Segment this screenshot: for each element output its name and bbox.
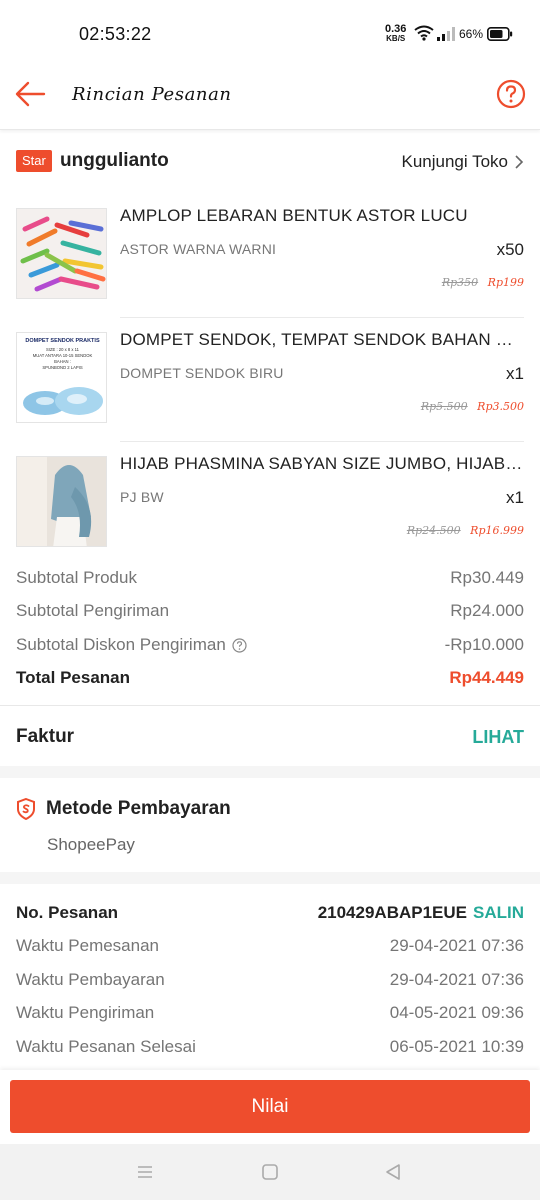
thumb-caption-line: SIZE : 20 x 8 x 11	[46, 347, 80, 352]
total-label: Total Pesanan	[16, 668, 130, 687]
product-quantity: x50	[496, 240, 524, 259]
status-time: 02:53:22	[79, 24, 152, 44]
subtotal-shipping-label: Subtotal Pengiriman	[16, 601, 170, 620]
product-name: DOMPET SENDOK, TEMPAT SENDOK BAHAN SPUNB…	[120, 330, 524, 349]
product-quantity: x1	[506, 488, 524, 507]
order-info-section: No. Pesanan 210429ABAP1EUE SALIN Waktu Pe…	[0, 884, 540, 1074]
help-icon[interactable]	[496, 79, 526, 109]
discounted-price: Rp16.999	[470, 524, 524, 537]
view-invoice-link[interactable]: LIHAT	[472, 727, 524, 748]
order-number-row: No. Pesanan 210429ABAP1EUE SALIN	[16, 898, 524, 928]
product-item[interactable]: HIJAB PHASMINA SABYAN SIZE JUMBO, HIJAB …	[0, 442, 540, 566]
shop-name: unggulianto	[60, 150, 169, 171]
payment-time-value: 29-04-2021 07:36	[389, 970, 524, 989]
home-icon[interactable]	[260, 1162, 280, 1182]
order-number-wrap: 210429ABAP1EUE SALIN	[318, 903, 524, 923]
subtotal-product-row: Subtotal Produk Rp30.449	[16, 563, 524, 593]
thumb-caption-line: BAHAN :	[54, 359, 71, 364]
shipping-discount-value: -Rp10.000	[444, 635, 524, 654]
thumb-caption-line: DOMPET SENDOK PRAKTIS	[25, 338, 100, 344]
shipping-discount-label-wrap: Subtotal Diskon Pengiriman	[16, 635, 247, 655]
total-row: Total Pesanan Rp44.449	[16, 663, 524, 693]
payment-method-section: Metode Pembayaran ShopeePay	[0, 778, 540, 872]
original-price: Rp350	[441, 276, 479, 289]
subtotal-product-value: Rp30.449	[450, 568, 524, 587]
product-name: AMPLOP LEBARAN BENTUK ASTOR LUCU	[120, 206, 468, 225]
total-value: Rp44.449	[449, 668, 524, 687]
discounted-price: Rp3.500	[477, 400, 524, 413]
product-thumbnail	[16, 456, 107, 547]
completed-time-value: 06-05-2021 10:39	[389, 1037, 524, 1056]
battery-percent: 66%	[459, 27, 484, 41]
wifi-icon	[414, 25, 434, 41]
invoice-row: Faktur LIHAT	[0, 706, 540, 766]
rate-button[interactable]: Nilai	[10, 1080, 530, 1133]
thumb-caption-line: SPUNBOND 2 LAPIS	[42, 365, 82, 370]
original-price: Rp24.500	[406, 524, 461, 537]
thumb-caption-line: MUAT ANTARA 10-15 SENDOK	[33, 353, 93, 358]
completed-time-label: Waktu Pesanan Selesai	[16, 1037, 196, 1056]
payment-time-row: Waktu Pembayaran 29-04-2021 07:36	[16, 965, 524, 995]
signal-icon	[437, 27, 455, 41]
system-nav-bar	[0, 1144, 540, 1200]
menu-icon[interactable]	[135, 1162, 155, 1182]
subtotal-product-label: Subtotal Produk	[16, 568, 137, 587]
battery-icon	[487, 27, 513, 41]
shipping-time-value: 04-05-2021 09:36	[389, 1003, 524, 1022]
star-seller-badge: Star	[16, 150, 52, 172]
status-bar: 02:53:22 0.36 KB/S 66%	[0, 0, 540, 66]
back-triangle-icon[interactable]	[383, 1162, 403, 1182]
product-thumbnail: DOMPET SENDOK PRAKTIS SIZE : 20 x 8 x 11…	[16, 332, 107, 423]
network-speed: 0.36 KB/S	[385, 23, 407, 44]
shipping-discount-row: Subtotal Diskon Pengiriman -Rp10.000	[16, 630, 524, 660]
order-time-value: 29-04-2021 07:36	[389, 936, 524, 955]
product-prices: Rp350 Rp199	[442, 276, 524, 289]
bottom-action-bar: Nilai	[0, 1070, 540, 1144]
info-icon[interactable]	[232, 637, 247, 653]
app-header: Rincian Pesanan	[0, 66, 540, 130]
subtotal-shipping-value: Rp24.000	[450, 601, 524, 620]
chevron-right-icon	[515, 155, 524, 169]
visit-shop-label: Kunjungi Toko	[401, 152, 509, 171]
product-item[interactable]: DOMPET SENDOK PRAKTIS SIZE : 20 x 8 x 11…	[0, 318, 540, 442]
shipping-discount-label: Subtotal Diskon Pengiriman	[16, 635, 226, 654]
shipping-time-row: Waktu Pengiriman 04-05-2021 09:36	[16, 998, 524, 1028]
net-speed-unit: KB/S	[386, 34, 406, 43]
product-prices: Rp5.500 Rp3.500	[421, 400, 524, 413]
section-gap	[0, 872, 540, 884]
order-number-value: 210429ABAP1EUE	[317, 903, 467, 922]
payment-method-value: ShopeePay	[47, 835, 135, 854]
product-thumbnail	[16, 208, 107, 299]
discounted-price: Rp199	[487, 276, 524, 289]
subtotal-shipping-row: Subtotal Pengiriman Rp24.000	[16, 596, 524, 626]
page-title: Rincian Pesanan	[72, 84, 232, 105]
order-number-label: No. Pesanan	[16, 903, 119, 922]
net-speed-value: 0.36	[385, 23, 407, 35]
shield-icon	[17, 798, 35, 820]
product-variant: ASTOR WARNA WARNI	[120, 241, 277, 257]
order-time-label: Waktu Pemesanan	[16, 936, 159, 955]
product-variant: PJ BW	[120, 489, 164, 505]
visit-shop-button[interactable]: Kunjungi Toko	[402, 152, 525, 172]
product-variant: DOMPET SENDOK BIRU	[120, 365, 284, 381]
product-quantity: x1	[506, 364, 524, 383]
payment-time-label: Waktu Pembayaran	[16, 970, 165, 989]
product-item[interactable]: AMPLOP LEBARAN BENTUK ASTOR LUCU ASTOR W…	[0, 194, 540, 318]
section-gap	[0, 766, 540, 778]
completed-time-row: Waktu Pesanan Selesai 06-05-2021 10:39	[16, 1032, 524, 1062]
copy-order-number-link[interactable]: SALIN	[473, 903, 524, 922]
shop-row: Star unggulianto Kunjungi Toko	[0, 140, 540, 184]
order-time-row: Waktu Pemesanan 29-04-2021 07:36	[16, 931, 524, 961]
back-arrow-icon[interactable]	[14, 80, 48, 108]
product-prices: Rp24.500 Rp16.999	[407, 524, 524, 537]
product-name: HIJAB PHASMINA SABYAN SIZE JUMBO, HIJAB …	[120, 454, 524, 473]
invoice-label: Faktur	[16, 726, 75, 747]
shipping-time-label: Waktu Pengiriman	[16, 1003, 155, 1022]
original-price: Rp5.500	[420, 400, 468, 413]
payment-method-title: Metode Pembayaran	[46, 798, 231, 819]
